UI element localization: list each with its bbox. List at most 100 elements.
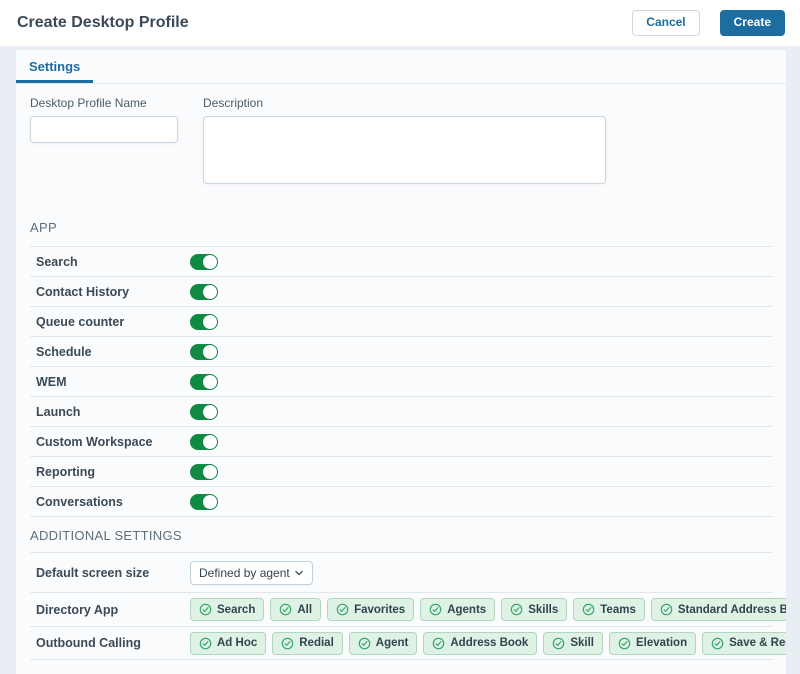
check-circle-icon <box>432 637 445 650</box>
chip-label: Search <box>217 604 255 616</box>
directory-app-chip[interactable]: All <box>270 598 321 621</box>
cancel-button[interactable]: Cancel <box>632 10 699 36</box>
page-header: Create Desktop Profile Cancel Create <box>0 0 800 46</box>
outbound-calling-chip[interactable]: Elevation <box>609 632 696 655</box>
app-toggle-list: Search Contact History Queue counter <box>30 246 772 517</box>
chip-label: All <box>297 604 312 616</box>
check-circle-icon <box>552 637 565 650</box>
app-toggle-switch[interactable] <box>190 284 218 300</box>
description-textarea[interactable] <box>203 116 606 184</box>
app-toggle-switch[interactable] <box>190 344 218 360</box>
app-toggle-row: Schedule <box>30 336 772 366</box>
create-button[interactable]: Create <box>720 10 785 36</box>
desktop-profile-name-input[interactable] <box>30 116 178 143</box>
check-circle-icon <box>429 603 442 616</box>
directory-app-chip[interactable]: Teams <box>573 598 645 621</box>
app-toggle-switch[interactable] <box>190 404 218 420</box>
selected-option-text: Defined by agent <box>199 566 290 580</box>
tab-settings[interactable]: Settings <box>16 50 93 83</box>
app-toggle-label: Custom Workspace <box>36 435 190 449</box>
app-toggle-label: Queue counter <box>36 315 190 329</box>
tab-bar: Settings <box>16 50 786 84</box>
toggle-knob <box>203 285 217 299</box>
app-toggle-row: Queue counter <box>30 306 772 336</box>
toggle-knob <box>203 255 217 269</box>
chip-label: Redial <box>299 637 334 649</box>
app-toggle-row: WEM <box>30 366 772 396</box>
app-toggle-switch[interactable] <box>190 464 218 480</box>
check-circle-icon <box>279 603 292 616</box>
description-field-label: Description <box>203 96 606 110</box>
check-circle-icon <box>199 637 212 650</box>
profile-form: Desktop Profile Name Description <box>16 84 786 184</box>
check-circle-icon <box>199 603 212 616</box>
outbound-calling-chip[interactable]: Ad Hoc <box>190 632 266 655</box>
default-screen-size-label: Default screen size <box>36 566 190 580</box>
outbound-calling-chip[interactable]: Agent <box>349 632 418 655</box>
app-toggle-switch[interactable] <box>190 254 218 270</box>
app-toggle-switch[interactable] <box>190 374 218 390</box>
app-toggle-label: Contact History <box>36 285 190 299</box>
chip-label: Address Book <box>450 637 528 649</box>
chevron-down-icon <box>294 568 304 578</box>
directory-app-row: Directory App Search <box>30 592 772 626</box>
description-field-group: Description <box>203 96 606 184</box>
app-toggle-label: Conversations <box>36 495 190 509</box>
chip-label: Agents <box>447 604 486 616</box>
app-toggle-row: Search <box>30 246 772 276</box>
outbound-calling-chip[interactable]: Redial <box>272 632 343 655</box>
outbound-calling-label: Outbound Calling <box>36 636 190 650</box>
chip-label: Teams <box>600 604 636 616</box>
header-actions: Cancel Create <box>632 10 785 36</box>
toggle-knob <box>203 495 217 509</box>
app-toggle-label: Search <box>36 255 190 269</box>
app-toggle-label: Schedule <box>36 345 190 359</box>
toggle-knob <box>203 315 217 329</box>
chip-label: Skills <box>528 604 558 616</box>
app-toggle-row: Conversations <box>30 486 772 516</box>
chip-label: Favorites <box>354 604 405 616</box>
chip-label: Save & Redial <box>729 637 786 649</box>
outbound-calling-chips: Ad Hoc Redial <box>190 632 786 655</box>
app-toggle-row: Launch <box>30 396 772 426</box>
chip-label: Agent <box>376 637 409 649</box>
check-circle-icon <box>711 637 724 650</box>
default-screen-size-select[interactable]: Defined by agent <box>190 561 313 585</box>
app-toggle-label: Launch <box>36 405 190 419</box>
check-circle-icon <box>660 603 673 616</box>
app-toggle-switch[interactable] <box>190 434 218 450</box>
check-circle-icon <box>618 637 631 650</box>
additional-settings-list: Default screen size Defined by agent Dir… <box>30 552 772 660</box>
name-field-label: Desktop Profile Name <box>30 96 178 110</box>
app-section-title: APP <box>30 220 772 235</box>
directory-app-chip[interactable]: Search <box>190 598 264 621</box>
directory-app-chip[interactable]: Standard Address Book <box>651 598 786 621</box>
check-circle-icon <box>336 603 349 616</box>
toggle-knob <box>203 465 217 479</box>
check-circle-icon <box>281 637 294 650</box>
outbound-calling-chip[interactable]: Address Book <box>423 632 537 655</box>
app-toggle-switch[interactable] <box>190 314 218 330</box>
app-toggle-label: WEM <box>36 375 190 389</box>
directory-app-chip[interactable]: Favorites <box>327 598 414 621</box>
directory-app-chip[interactable]: Skills <box>501 598 567 621</box>
toggle-knob <box>203 435 217 449</box>
outbound-calling-chip[interactable]: Skill <box>543 632 603 655</box>
page-title: Create Desktop Profile <box>17 14 189 32</box>
directory-app-chip[interactable]: Agents <box>420 598 495 621</box>
directory-app-chips: Search All <box>190 598 786 621</box>
app-toggle-switch[interactable] <box>190 494 218 510</box>
chip-label: Elevation <box>636 637 687 649</box>
default-screen-size-row: Default screen size Defined by agent <box>30 552 772 592</box>
settings-card: Settings Desktop Profile Name Descriptio… <box>16 50 786 674</box>
toggle-knob <box>203 375 217 389</box>
toggle-knob <box>203 345 217 359</box>
chip-label: Ad Hoc <box>217 637 257 649</box>
outbound-calling-chip[interactable]: Save & Redial <box>702 632 786 655</box>
chip-label: Skill <box>570 637 594 649</box>
outbound-calling-row: Outbound Calling Ad Hoc <box>30 626 772 660</box>
app-toggle-row: Contact History <box>30 276 772 306</box>
directory-app-label: Directory App <box>36 603 190 617</box>
check-circle-icon <box>582 603 595 616</box>
chip-label: Standard Address Book <box>678 604 786 616</box>
